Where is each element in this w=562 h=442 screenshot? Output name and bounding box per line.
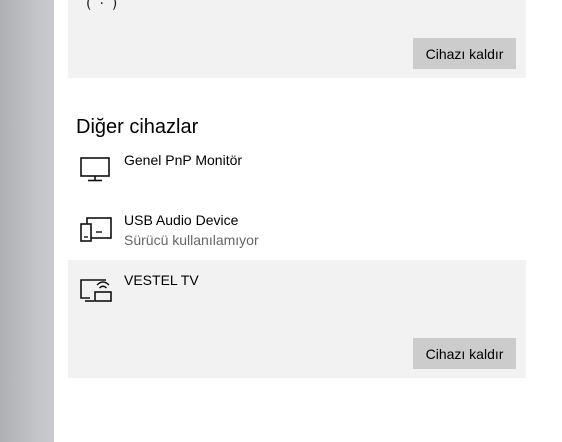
nav-pane-edge xyxy=(0,0,54,442)
device-name: USB Audio Device xyxy=(124,212,239,228)
device-item-monitor[interactable]: Genel PnP Monitör xyxy=(76,152,516,200)
device-item-vestel-tv[interactable]: VESTEL TV xyxy=(76,272,516,320)
remove-device-button[interactable]: Cihazı kaldır xyxy=(413,38,516,69)
device-name: Genel PnP Monitör xyxy=(124,152,243,168)
remove-device-button[interactable]: Cihazı kaldır xyxy=(413,338,516,369)
device-status: Sürücü kullanılamıyor xyxy=(124,232,259,248)
section-title-other-devices: Diğer cihazlar xyxy=(76,116,199,138)
device-icon-partial: (·) xyxy=(86,0,126,12)
wireless-display-icon xyxy=(76,272,116,304)
device-name: VESTEL TV xyxy=(124,272,199,288)
monitor-icon xyxy=(76,152,116,184)
multi-device-icon xyxy=(76,212,116,244)
device-item-usb-audio[interactable]: USB Audio Device Sürücü kullanılamıyor xyxy=(76,212,516,260)
